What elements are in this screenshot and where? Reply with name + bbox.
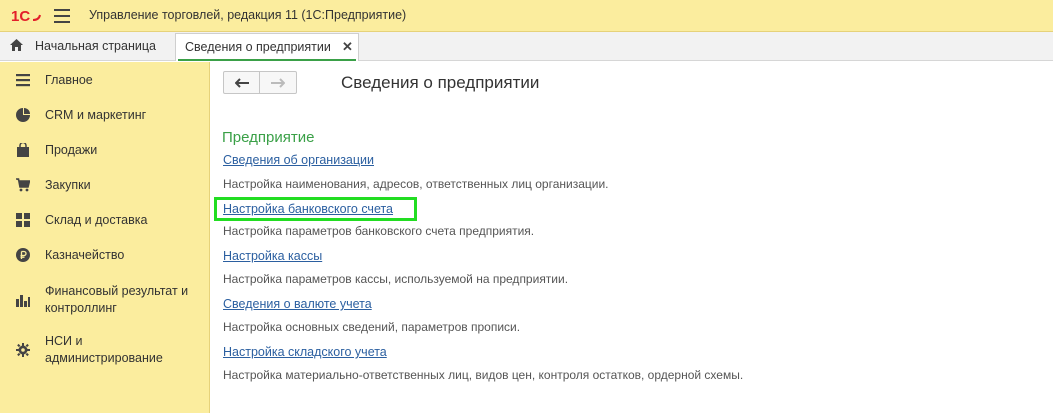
page-title: Сведения о предприятии: [341, 73, 540, 92]
tab-home-label: Начальная страница: [35, 39, 156, 53]
link-description: Настройка наименования, адресов, ответст…: [223, 177, 609, 191]
shopping-bag-icon: [17, 143, 29, 157]
close-icon[interactable]: ✕: [342, 39, 353, 55]
gear-icon: [16, 343, 30, 357]
link-description: Настройка параметров кассы, используемой…: [223, 272, 569, 286]
home-icon: [10, 39, 23, 51]
section-title: Предприятие: [222, 129, 315, 146]
1c-logo-icon[interactable]: 1C: [11, 8, 43, 24]
tab-strip: Начальная страница Сведения о предприяти…: [0, 32, 1053, 61]
link-description: Настройка основных сведений, параметров …: [223, 320, 521, 334]
sidebar-item-label: CRM и маркетинг: [45, 108, 147, 122]
main-content: Сведения о предприятии Предприятие Сведе…: [211, 62, 1053, 413]
link-bank-account-settings[interactable]: Настройка банковского счета: [223, 202, 393, 216]
link-warehouse-accounting-settings[interactable]: Настройка складского учета: [223, 345, 387, 359]
nav-buttons: [223, 71, 297, 94]
arrow-right-icon: [271, 77, 285, 88]
title-bar: 1C Управление торговлей, редакция 11 (1С…: [0, 0, 1053, 32]
link-description: Настройка параметров банковского счета п…: [223, 224, 535, 238]
sidebar-item-main[interactable]: Главное: [0, 70, 209, 90]
forward-button[interactable]: [260, 72, 296, 93]
tab-home[interactable]: Начальная страница: [0, 32, 172, 60]
sidebar-item-purchases[interactable]: Закупки: [0, 175, 209, 195]
cart-icon: [16, 178, 30, 192]
sidebar: Главное CRM и маркетинг Продажи Закупки …: [0, 62, 210, 413]
app-title: Управление торговлей, редакция 11 (1С:Пр…: [89, 8, 407, 22]
bar-chart-icon: [16, 295, 30, 307]
sidebar-item-admin[interactable]: НСИ и администрирование: [0, 330, 209, 370]
sidebar-item-label: Главное: [45, 73, 93, 87]
sidebar-item-label: НСИ и администрирование: [45, 334, 163, 365]
menu-lines-icon: [16, 74, 30, 87]
link-description: Настройка материально-ответственных лиц,…: [223, 368, 744, 382]
arrow-left-icon: [234, 77, 249, 88]
link-organization-info[interactable]: Сведения об организации: [223, 153, 374, 167]
sidebar-item-label: Склад и доставка: [45, 213, 148, 227]
tab-company-info-label: Сведения о предприятии: [185, 40, 331, 54]
pie-chart-icon: [16, 108, 30, 122]
svg-text:1C: 1C: [11, 8, 30, 24]
sidebar-item-label: Продажи: [45, 143, 98, 157]
link-accounting-currency[interactable]: Сведения о валюте учета: [223, 297, 372, 311]
grid-icon: [16, 213, 30, 227]
sidebar-item-financial-result[interactable]: Финансовый результат и контроллинг: [0, 280, 209, 320]
ruble-coin-icon: [16, 248, 30, 262]
link-cash-register-settings[interactable]: Настройка кассы: [223, 249, 322, 263]
sidebar-item-label: Финансовый результат и контроллинг: [45, 284, 189, 315]
sidebar-item-label: Закупки: [45, 178, 91, 192]
tab-company-info[interactable]: Сведения о предприятии ✕: [175, 33, 359, 61]
main-menu-icon[interactable]: [54, 9, 70, 23]
sidebar-item-treasury[interactable]: Казначейство: [0, 245, 209, 265]
sidebar-item-warehouse[interactable]: Склад и доставка: [0, 210, 209, 230]
back-button[interactable]: [224, 72, 260, 93]
sidebar-item-crm[interactable]: CRM и маркетинг: [0, 105, 209, 125]
sidebar-item-sales[interactable]: Продажи: [0, 140, 209, 160]
sidebar-item-label: Казначейство: [45, 248, 125, 262]
